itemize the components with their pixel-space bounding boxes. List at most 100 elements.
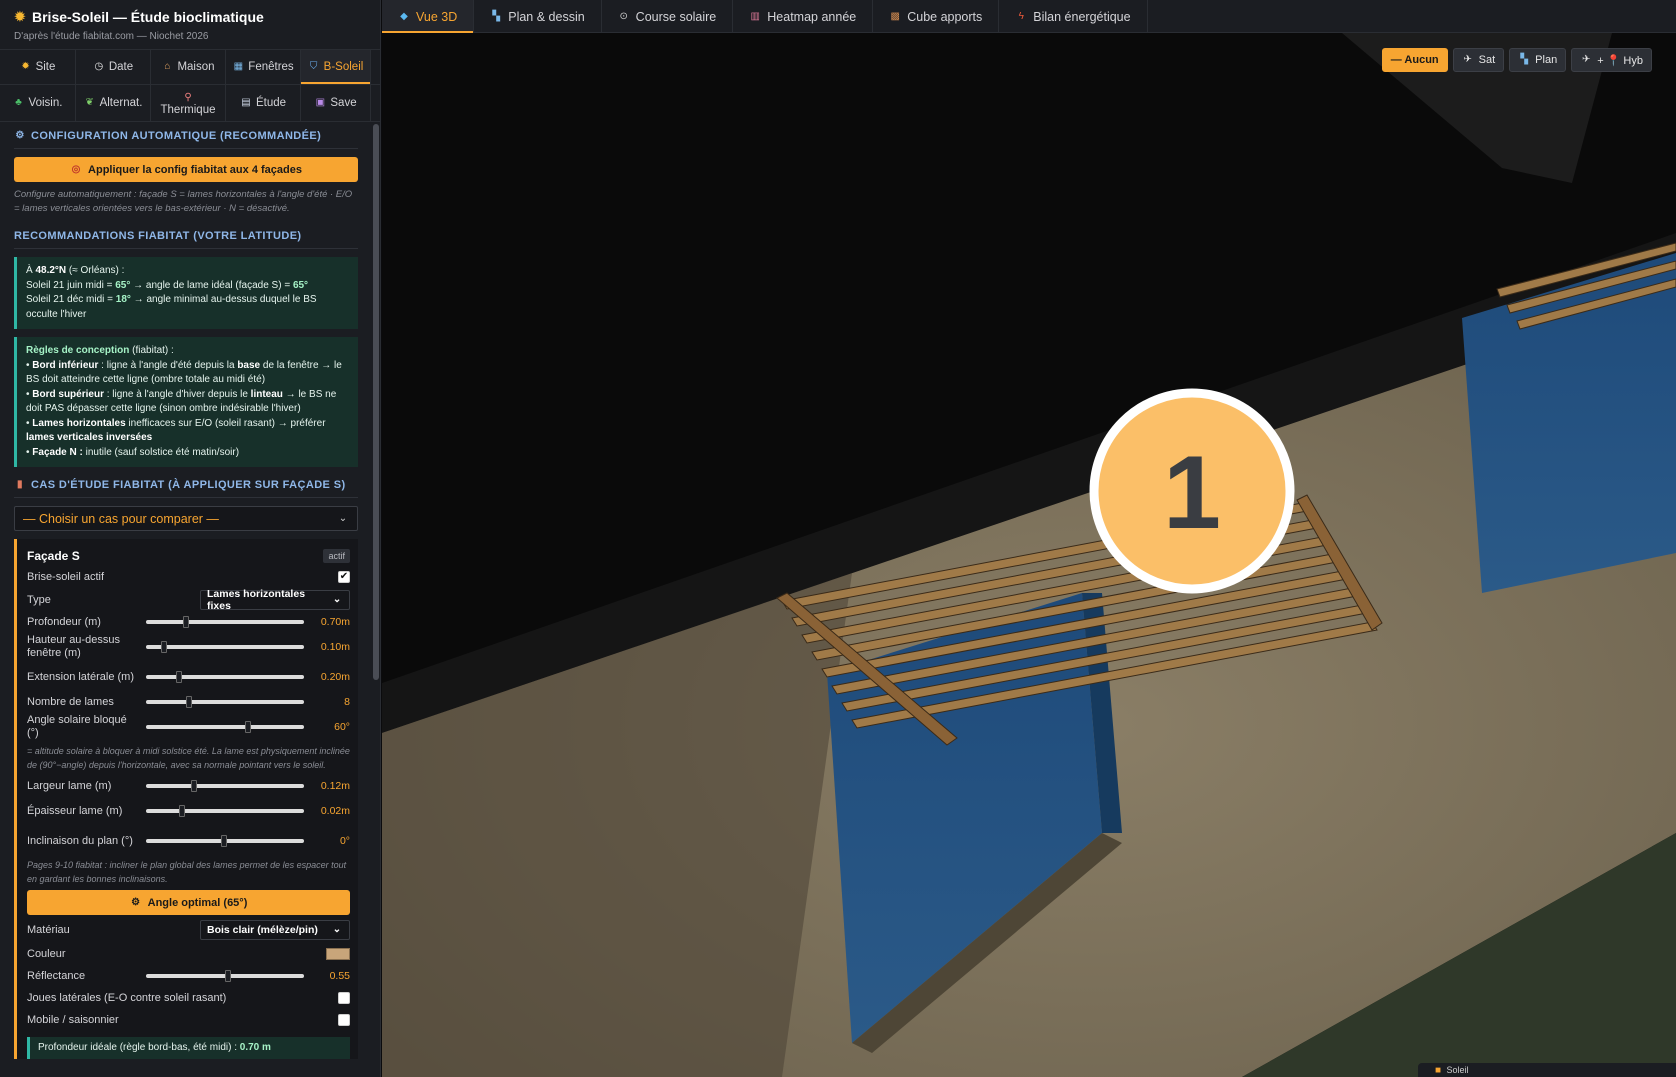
type-select[interactable]: Lames horizontales fixes ⌄: [200, 588, 350, 612]
nav-thermique[interactable]: ⚲ Thermique: [151, 85, 226, 121]
nav-row-1: ✹ Site ◷ Date ⌂ Maison ▦ Fenêtres ⛉ B-Soleil: [0, 50, 380, 85]
floppy-icon: ▣: [315, 97, 326, 108]
nav-brise-soleil[interactable]: ⛉ B-Soleil: [301, 50, 371, 84]
sun-icon: ■: [1434, 1065, 1442, 1076]
color-swatch[interactable]: [326, 948, 350, 960]
value-slider[interactable]: [145, 780, 304, 792]
recommendations-heading: RECOMMANDATIONS FIABITAT (VOTRE LATITUDE…: [14, 222, 358, 249]
joues-checkbox[interactable]: [338, 992, 350, 1004]
value-slider[interactable]: [145, 835, 304, 847]
apply-config-button[interactable]: ◎ Appliquer la config fiabitat aux 4 faç…: [14, 157, 358, 182]
sidebar: ✹ Brise-Soleil — Étude bioclimatique D'a…: [0, 0, 381, 1077]
slider-thumb[interactable]: [178, 805, 185, 817]
slider-thumb[interactable]: [244, 721, 251, 733]
house-icon: ⌂: [164, 61, 171, 72]
leaf-icon: ❦: [85, 97, 94, 108]
tab-bilan-energetique[interactable]: ϟ Bilan énergétique: [999, 0, 1148, 33]
nav-maison[interactable]: ⌂ Maison: [151, 50, 226, 84]
auto-config-note: Configure automatiquement : façade S = l…: [14, 189, 353, 214]
tab-course-solaire[interactable]: ⊙ Course solaire: [602, 0, 734, 33]
value-slider[interactable]: [145, 805, 304, 817]
value-slider[interactable]: [145, 641, 304, 653]
nav-alternatives[interactable]: ❦ Alternat.: [76, 85, 151, 121]
slider-row: Inclinaison du plan (°) 0°: [27, 826, 350, 856]
view-tabs: ◆ Vue 3D ▚ Plan & dessin ⊙ Course solaire ▥…: [382, 0, 1676, 33]
satellite-icon: ✈: [1463, 54, 1472, 65]
nav-site[interactable]: ✹ Site: [0, 50, 76, 84]
tab-vue-3d[interactable]: ◆ Vue 3D: [382, 0, 475, 33]
slider-group-2: Largeur lame (m) 0.12m Épaisseur lame (m) 0…: [27, 776, 350, 856]
facade-title: Façade S: [27, 549, 80, 563]
target-icon: ◎: [71, 163, 81, 175]
case-study-select[interactable]: — Choisir un cas pour comparer — ⌄: [14, 506, 358, 531]
active-checkbox[interactable]: ✔: [338, 571, 350, 583]
tab-cube-apports[interactable]: ▩ Cube apports: [873, 0, 1000, 33]
marker-number: 1: [1163, 435, 1221, 551]
nav-fenetres[interactable]: ▦ Fenêtres: [226, 50, 301, 84]
layer-sat-button[interactable]: ✈ Sat: [1452, 48, 1505, 72]
value-slider[interactable]: [145, 721, 304, 733]
nav-save[interactable]: ▣ Save: [301, 85, 371, 121]
layer-hybrid-button[interactable]: ✈ + 📍 Hyb: [1571, 48, 1652, 72]
ideal-depth-box: Profondeur idéale (règle bord-bas, été m…: [27, 1037, 350, 1059]
nav-date[interactable]: ◷ Date: [76, 50, 151, 84]
slider-row: Profondeur (m) 0.70m: [27, 612, 350, 632]
mobile-checkbox[interactable]: [338, 1014, 350, 1026]
layer-none-button[interactable]: — Aucun: [1381, 48, 1448, 72]
slider-thumb[interactable]: [186, 696, 192, 708]
sun-icon: ✹: [14, 9, 26, 24]
map-layer-toolbar: — Aucun ✈ Sat ▚ Plan ✈ + 📍 Hyb: [1381, 48, 1652, 72]
box-icon: ▩: [890, 10, 900, 22]
value-slider[interactable]: [145, 671, 304, 683]
slider-label: Inclinaison du plan (°): [27, 834, 133, 847]
brand-header: ✹ Brise-Soleil — Étude bioclimatique D'a…: [0, 0, 380, 50]
active-row: Brise-soleil actif ✔: [27, 571, 350, 583]
slider-value: 0°: [339, 835, 350, 847]
optimal-angle-button[interactable]: ⚙ Angle optimal (65°): [27, 890, 350, 915]
joues-row: Joues latérales (E-O contre soleil rasan…: [27, 987, 350, 1009]
layer-plan-button[interactable]: ▚ Plan: [1509, 48, 1567, 72]
slider-value: 0.70m: [320, 616, 350, 628]
material-select[interactable]: Bois clair (mélèze/pin) ⌄: [200, 920, 350, 940]
thermometer-icon: ⚲: [184, 91, 192, 103]
color-row: Couleur: [27, 943, 350, 965]
nav-etude[interactable]: ▤ Étude: [226, 85, 301, 121]
reflectance-slider[interactable]: [145, 970, 304, 982]
slider-thumb[interactable]: [160, 641, 167, 653]
nav-row-2: ♣ Voisin. ❦ Alternat. ⚲ Thermique ▤ Étude ▣ S…: [0, 85, 380, 122]
facade-s-card: Façade S actif Brise-soleil actif ✔ Type…: [14, 539, 358, 1059]
slider-thumb[interactable]: [175, 671, 182, 683]
value-slider[interactable]: [145, 696, 304, 708]
slider-thumb[interactable]: [220, 835, 227, 847]
chevron-down-icon: ⌄: [338, 512, 348, 524]
slider-value: 0.02m: [320, 805, 350, 817]
books-icon: ▮: [17, 479, 23, 490]
material-row: Matériau Bois clair (mélèze/pin) ⌄: [27, 917, 350, 943]
sidebar-panel: ⚙ CONFIGURATION AUTOMATIQUE (RECOMMANDÉE…: [0, 122, 372, 1077]
app-root: ✹ Brise-Soleil — Étude bioclimatique D'a…: [0, 0, 1676, 1077]
map-icon: ▚: [1520, 54, 1529, 65]
app-subtitle: D'après l'étude fiabitat.com — Niochet 2…: [14, 31, 209, 42]
tab-heatmap-annee[interactable]: ▥ Heatmap année: [733, 0, 874, 33]
sidebar-scrollbar[interactable]: [373, 124, 379, 680]
slider-thumb[interactable]: [225, 970, 231, 982]
slider-value: 8: [344, 696, 350, 708]
sun-icon: ✹: [21, 61, 30, 72]
slider-thumb[interactable]: [190, 780, 197, 792]
slider-row: Épaisseur lame (m) 0.02m: [27, 796, 350, 826]
gear-icon: ⚙: [15, 130, 25, 141]
gear-icon: ⚙: [131, 896, 141, 908]
slider-row: Angle solaire bloqué (°) 60°: [27, 712, 350, 742]
slider-label: Largeur lame (m): [27, 779, 112, 792]
slider-label: Profondeur (m): [27, 615, 101, 628]
value-slider[interactable]: [145, 616, 304, 628]
window-icon: ▦: [233, 61, 244, 72]
sun-path-icon: ⊙: [619, 10, 628, 22]
bolt-icon: ϟ: [1018, 10, 1024, 22]
tab-plan-dessin[interactable]: ▚ Plan & dessin: [474, 0, 602, 33]
nav-voisinage[interactable]: ♣ Voisin.: [0, 85, 76, 121]
slider-value: 0.10m: [320, 641, 350, 653]
slider-thumb[interactable]: [183, 616, 189, 628]
sun-legend: ■ Soleil: [1418, 1063, 1676, 1077]
scene-canvas[interactable]: 1: [382, 33, 1676, 1077]
